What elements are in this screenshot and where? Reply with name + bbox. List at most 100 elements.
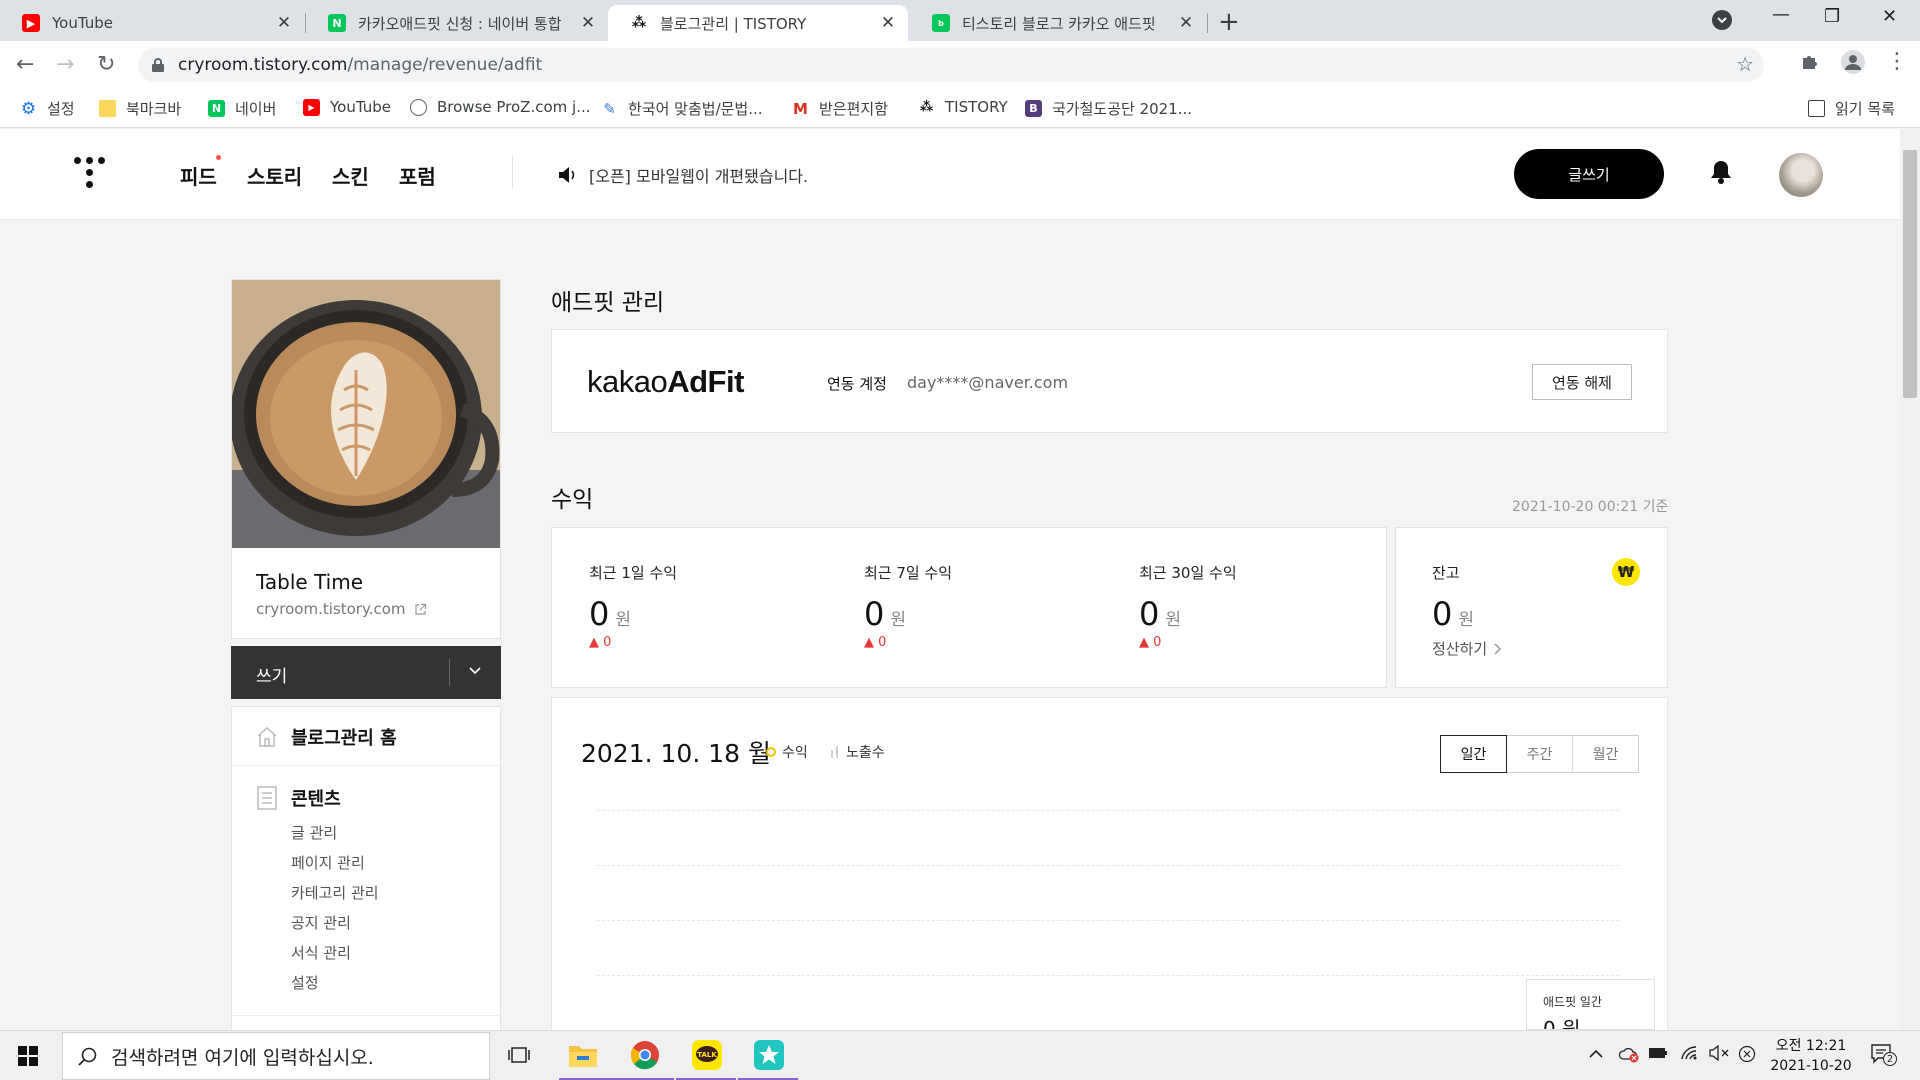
close-icon[interactable]: ✕ xyxy=(274,13,294,33)
unlink-account-button[interactable]: 연동 해제 xyxy=(1532,364,1632,400)
kakao-adfit-logo: kakaoAdFit xyxy=(587,364,744,400)
reading-list[interactable]: 읽기 목록 xyxy=(1808,98,1895,119)
bookmark-label: 국가철도공단 2021... xyxy=(1052,100,1193,118)
tab-search-icon[interactable] xyxy=(1712,10,1732,30)
profile-icon[interactable] xyxy=(1841,50,1865,74)
notice-link[interactable]: [오픈] 모바일웹이 개편됐습니다. xyxy=(557,163,808,187)
sidebar-subitem-templates[interactable]: 서식 관리 xyxy=(291,942,351,963)
naver-icon: N xyxy=(328,14,346,32)
period-daily-button[interactable]: 일간 xyxy=(1440,735,1507,773)
nav-skin[interactable]: 스킨 xyxy=(332,161,369,190)
youtube-icon: ▶ xyxy=(303,98,320,116)
stat-delta-value: 0 xyxy=(1153,635,1162,650)
blog-url-link[interactable]: cryroom.tistory.com xyxy=(256,600,427,618)
nav-feed[interactable]: 피드 xyxy=(180,161,217,190)
bell-icon[interactable] xyxy=(1709,159,1733,189)
sidebar-item-blog-home[interactable]: 블로그관리 홈 xyxy=(232,725,500,749)
browser-tab-strip: ▶ YouTube ✕ N 카카오애드핏 신청 : 네이버 통합 ✕ ⁂ 블로그… xyxy=(0,0,1920,41)
stat-unit: 원 xyxy=(1165,610,1181,630)
task-view-icon[interactable] xyxy=(504,1039,536,1071)
period-weekly-button[interactable]: 주간 xyxy=(1506,736,1572,772)
write-post-button[interactable]: 글쓰기 xyxy=(1514,149,1664,199)
external-link-icon xyxy=(414,603,426,615)
manage-menu: 블로그관리 홈 콘텐츠 글 관리 페이지 관리 카테고리 관리 공지 관리 서식… xyxy=(231,706,501,1036)
stat-label: 최근 1일 수익 xyxy=(589,564,678,582)
sidebar-item-contents[interactable]: 콘텐츠 xyxy=(232,786,500,810)
lock-icon[interactable] xyxy=(152,58,164,72)
minimize-icon[interactable]: — xyxy=(1772,4,1790,25)
nav-story[interactable]: 스토리 xyxy=(247,161,302,190)
bookmark-label: 네이버 xyxy=(235,100,277,118)
windows-start-icon[interactable] xyxy=(18,1046,38,1066)
url-bar[interactable]: cryroom.tistory.com /manage/revenue/adfi… xyxy=(138,48,1764,82)
blog-profile-image[interactable] xyxy=(232,280,500,548)
stat-value: 0 xyxy=(589,595,610,633)
legend-revenue[interactable]: 수익 xyxy=(766,742,808,762)
tab-youtube[interactable]: ▶ YouTube ✕ xyxy=(0,5,304,41)
bookmark-folder[interactable]: 북마크바 xyxy=(99,98,181,119)
system-clock[interactable]: 오전 12:21 2021-10-20 xyxy=(1766,1036,1856,1076)
new-tab-button[interactable]: + xyxy=(1218,7,1240,37)
sidebar-subitem-notices[interactable]: 공지 관리 xyxy=(291,912,351,933)
period-monthly-button[interactable]: 월간 xyxy=(1572,736,1638,772)
reload-icon[interactable]: ↻ xyxy=(97,52,115,77)
cloud-offline-icon[interactable] xyxy=(1618,1045,1640,1067)
taskbar-search-box[interactable]: 검색하려면 여기에 입력하십시오. xyxy=(62,1032,490,1080)
pinned-app-icon[interactable] xyxy=(753,1039,785,1071)
stat-unit: 원 xyxy=(890,610,906,630)
sidebar-subitem-pages[interactable]: 페이지 관리 xyxy=(291,852,365,873)
scrollbar-thumb[interactable] xyxy=(1903,150,1917,398)
close-icon[interactable]: ✕ xyxy=(1176,13,1196,33)
sidebar-subitem-categories[interactable]: 카테고리 관리 xyxy=(291,882,379,903)
tab-title: 카카오애드핏 신청 : 네이버 통합 xyxy=(358,14,562,33)
gear-icon: ⚙ xyxy=(20,98,37,119)
window-close-icon[interactable]: ✕ xyxy=(1882,6,1897,27)
close-icon[interactable]: ✕ xyxy=(578,13,598,33)
battery-icon[interactable] xyxy=(1648,1045,1668,1064)
bookmark-gmail[interactable]: M 받은편지함 xyxy=(792,98,888,119)
bookmark-spellcheck[interactable]: ✎ 한국어 맞춤법/문법... xyxy=(601,98,762,119)
nav-forum[interactable]: 포럼 xyxy=(399,161,436,190)
bookmark-naver[interactable]: N 네이버 xyxy=(208,98,276,119)
blog-name[interactable]: Table Time xyxy=(256,570,363,594)
notification-center-icon[interactable]: 2 xyxy=(1870,1043,1897,1069)
chevron-down-icon[interactable] xyxy=(467,662,483,682)
kakaotalk-icon[interactable]: TALK xyxy=(691,1039,723,1071)
wifi-icon[interactable] xyxy=(1680,1045,1700,1065)
file-explorer-icon[interactable] xyxy=(567,1039,599,1071)
sidebar-item-label: 블로그관리 홈 xyxy=(291,728,397,749)
blog-url-text: cryroom.tistory.com xyxy=(256,600,406,618)
tistory-logo-icon[interactable] xyxy=(73,156,109,192)
extensions-icon[interactable] xyxy=(1800,51,1820,77)
user-avatar[interactable] xyxy=(1779,153,1823,197)
close-icon[interactable]: ✕ xyxy=(878,13,898,33)
forward-icon[interactable]: → xyxy=(56,52,74,77)
write-button[interactable]: 쓰기 xyxy=(256,662,287,687)
back-icon[interactable]: ← xyxy=(16,52,34,77)
tab-kakao-adfit-naver[interactable]: N 카카오애드핏 신청 : 네이버 통합 ✕ xyxy=(306,5,608,41)
ime-icon[interactable] xyxy=(1738,1045,1756,1067)
bookmark-proz[interactable]: Browse ProZ.com j... xyxy=(410,98,591,116)
more-menu-icon[interactable]: ⋮ xyxy=(1886,49,1908,74)
bookmark-tistory[interactable]: ⁂ TISTORY xyxy=(918,98,1008,116)
sidebar-subitem-posts[interactable]: 글 관리 xyxy=(291,822,337,843)
bookmark-star-icon[interactable]: ☆ xyxy=(1736,52,1754,76)
restore-icon[interactable]: ❐ xyxy=(1824,6,1840,27)
legend-impressions[interactable]: 노출수 xyxy=(830,742,885,762)
tray-chevron-up-icon[interactable] xyxy=(1588,1045,1604,1064)
bookmark-railway[interactable]: B 국가철도공단 2021... xyxy=(1025,98,1192,119)
bookmark-youtube[interactable]: ▶ YouTube xyxy=(303,98,391,116)
sidebar-subitem-settings[interactable]: 설정 xyxy=(291,972,319,993)
stat-last-30-days: 최근 30일 수익 0원 ▲ 0 xyxy=(1139,562,1237,650)
balance-card: 잔고 0원 xyxy=(1395,527,1668,688)
tab-tistory-manage[interactable]: ⁂ 블로그관리 | TISTORY ✕ xyxy=(608,5,908,41)
search-icon xyxy=(78,1047,97,1066)
volume-muted-icon[interactable] xyxy=(1708,1044,1730,1065)
reading-list-icon xyxy=(1808,100,1825,117)
tab-separator xyxy=(1207,13,1208,33)
settle-link[interactable]: 정산하기 xyxy=(1432,638,1503,659)
tab-naver-blog[interactable]: b 티스토리 블로그 카카오 애드핏 ✕ xyxy=(910,5,1206,41)
chrome-icon[interactable] xyxy=(629,1039,661,1071)
tab-title: YouTube xyxy=(52,14,113,32)
bookmark-settings[interactable]: ⚙ 설정 xyxy=(20,98,75,119)
